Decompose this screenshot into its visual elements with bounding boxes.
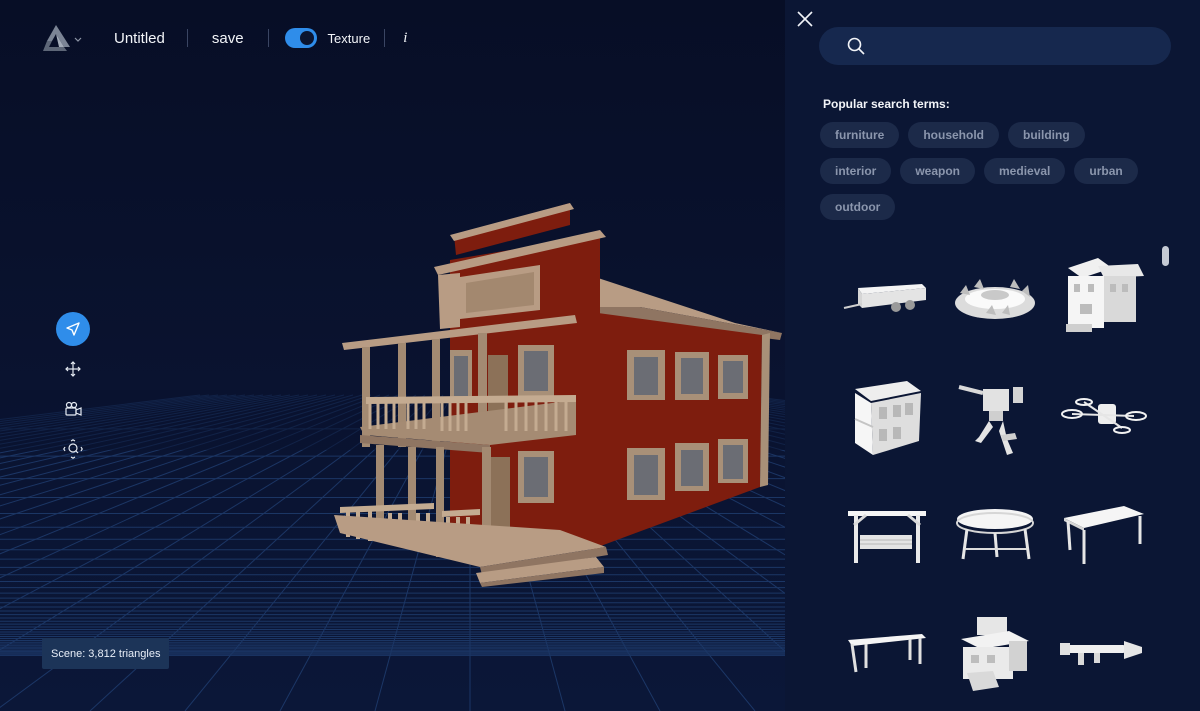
move-arrows-icon bbox=[65, 361, 81, 377]
camera-tool-button[interactable] bbox=[56, 392, 90, 426]
term-chip-interior[interactable]: interior bbox=[820, 158, 892, 184]
result-bear-trap[interactable] bbox=[941, 240, 1049, 358]
bear-trap-model-icon bbox=[955, 279, 1035, 319]
close-panel-button[interactable] bbox=[796, 10, 814, 33]
top-toolbar: Untitled save Texture i bbox=[40, 20, 407, 56]
swing-model-icon bbox=[848, 511, 926, 563]
term-chip-medieval[interactable]: medieval bbox=[984, 158, 1066, 184]
info-button[interactable]: i bbox=[403, 30, 407, 47]
scene-triangle-count: Scene: 3,812 triangles bbox=[42, 638, 170, 669]
table-model-icon bbox=[1064, 506, 1144, 564]
rocket-launcher-model-icon bbox=[1060, 641, 1142, 665]
asset-search-panel: Popular search terms: furniture househol… bbox=[785, 0, 1200, 711]
result-table[interactable] bbox=[1049, 476, 1157, 594]
search-input[interactable] bbox=[877, 38, 1157, 54]
search-terms-list: furniture household building interior we… bbox=[820, 122, 1165, 230]
drone-model-icon bbox=[1061, 398, 1147, 434]
result-building[interactable] bbox=[833, 358, 941, 476]
term-chip-urban[interactable]: urban bbox=[1074, 158, 1138, 184]
result-swing[interactable] bbox=[833, 476, 941, 594]
divider bbox=[186, 29, 188, 47]
term-chip-household[interactable]: household bbox=[908, 122, 1000, 148]
texture-label: Texture bbox=[327, 30, 371, 46]
result-rocket-launcher[interactable] bbox=[1049, 594, 1157, 711]
robot-model-icon bbox=[958, 385, 1023, 455]
logo-menu[interactable] bbox=[40, 23, 82, 53]
tool-column bbox=[56, 312, 90, 472]
building-model-icon bbox=[854, 381, 921, 455]
close-icon bbox=[797, 11, 813, 27]
saloon-3d-model[interactable] bbox=[330, 195, 785, 595]
tower-model-icon bbox=[961, 617, 1029, 691]
results-grid bbox=[833, 240, 1153, 711]
house-model-icon bbox=[1066, 258, 1144, 332]
result-robot[interactable] bbox=[941, 358, 1049, 476]
term-chip-outdoor[interactable]: outdoor bbox=[820, 194, 896, 220]
term-chip-building[interactable]: building bbox=[1008, 122, 1085, 148]
divider bbox=[267, 29, 269, 47]
focus-tool-button[interactable] bbox=[56, 432, 90, 466]
document-title[interactable]: Untitled bbox=[114, 30, 165, 47]
save-button[interactable]: save bbox=[212, 30, 244, 47]
toggle-knob bbox=[299, 31, 314, 45]
results-scrollbar[interactable] bbox=[1162, 246, 1169, 266]
viewport-3d[interactable]: Untitled save Texture i Scene: 3,812 tri… bbox=[0, 0, 785, 711]
app-logo-icon bbox=[43, 25, 70, 51]
trailer-model-icon bbox=[843, 284, 926, 312]
result-tower[interactable] bbox=[941, 594, 1049, 711]
result-round-table[interactable] bbox=[941, 476, 1049, 594]
term-chip-weapon[interactable]: weapon bbox=[900, 158, 976, 184]
chevron-down-icon bbox=[74, 37, 82, 42]
divider bbox=[384, 29, 386, 47]
term-chip-furniture[interactable]: furniture bbox=[820, 122, 900, 148]
popular-terms-label: Popular search terms: bbox=[823, 97, 950, 111]
search-bar[interactable] bbox=[819, 27, 1171, 65]
result-bench[interactable] bbox=[833, 594, 941, 711]
zoom-focus-icon bbox=[63, 439, 83, 459]
select-tool-button[interactable] bbox=[56, 312, 90, 346]
result-trailer[interactable] bbox=[833, 240, 941, 358]
result-drone[interactable] bbox=[1049, 358, 1157, 476]
bench-model-icon bbox=[848, 634, 926, 673]
round-table-model-icon bbox=[956, 509, 1034, 560]
search-icon bbox=[847, 37, 865, 55]
move-tool-button[interactable] bbox=[56, 352, 90, 386]
select-arrow-icon bbox=[66, 322, 80, 336]
result-house[interactable] bbox=[1049, 240, 1157, 358]
texture-toggle[interactable] bbox=[284, 28, 317, 48]
camera-icon bbox=[65, 401, 82, 416]
